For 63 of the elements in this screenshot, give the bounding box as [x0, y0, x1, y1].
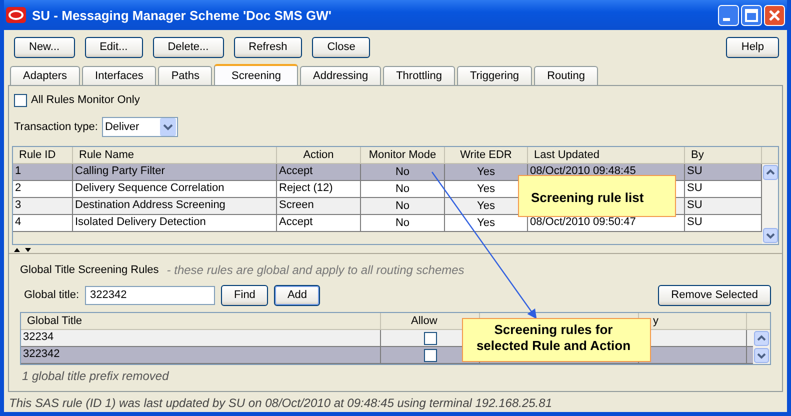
tab[interactable]: Addressing: [300, 66, 382, 85]
checkbox[interactable]: [14, 94, 27, 106]
allow-checkbox[interactable]: [424, 348, 436, 362]
callout-tooltip: Screening rule list: [518, 175, 676, 217]
tab[interactable]: Screening: [214, 64, 298, 85]
table-cell: Destination Address Screening: [73, 198, 277, 214]
table-cell: Reject (12): [277, 181, 361, 197]
close-icon[interactable]: [764, 4, 785, 26]
field-label: Transaction type:: [14, 121, 98, 133]
toolbar-button[interactable]: Close: [312, 36, 370, 58]
table-cell: Delivery Sequence Correlation: [73, 181, 277, 197]
table-cell: 32234: [21, 330, 381, 346]
section-heading: Global Title Screening Rules: [20, 264, 159, 276]
table-cell: Screen: [277, 198, 361, 214]
table-cell: 4: [13, 215, 73, 231]
table-cell: No: [361, 215, 445, 231]
app-logo-icon: [6, 7, 26, 23]
table-row[interactable]: 4 Isolated Delivery Detection Accept No Yes 08/Oct/2010 09:50:47 SU: [13, 215, 762, 232]
table-cell: Accept: [277, 164, 361, 180]
table-cell: 2: [13, 181, 73, 197]
table-cell: 1: [13, 164, 73, 180]
table-cell: 322342: [21, 347, 381, 363]
status-text: This SAS rule (ID 1) was last updated by SU on 08/Oct/2010 at 09:48:45 using terminal 192.168.25.81: [8, 395, 553, 412]
status-message: 1 global title prefix removed: [21, 368, 170, 383]
scroll-up-icon[interactable]: [754, 331, 769, 346]
maximize-icon[interactable]: [741, 4, 762, 26]
section-note: - these rules are global and apply to all routing schemes: [166, 263, 464, 277]
window-title: SU - Messaging Manager Scheme 'Doc SMS GW': [32, 8, 332, 22]
toolbar-button[interactable]: Refresh: [234, 36, 302, 58]
table-cell: Isolated Delivery Detection: [73, 215, 277, 231]
toolbar-button[interactable]: Delete...: [152, 36, 224, 58]
tab[interactable]: Interfaces: [82, 66, 156, 85]
callout-tooltip: Screening rules for selected Rule and Action: [462, 318, 651, 362]
tab[interactable]: Paths: [158, 66, 212, 85]
table-cell: 3: [13, 198, 73, 214]
toolbar-button[interactable]: Edit...: [84, 36, 143, 58]
table-cell: No: [361, 181, 445, 197]
checkbox-label: All Rules Monitor Only: [31, 94, 140, 106]
allow-checkbox[interactable]: [424, 332, 436, 344]
table-cell: No: [361, 198, 445, 214]
add-button[interactable]: Add: [274, 284, 320, 306]
scrollbar[interactable]: [753, 330, 770, 364]
splitter-arrows-icon[interactable]: [13, 247, 33, 253]
find-button[interactable]: Find: [221, 284, 268, 306]
table-cell: Calling Party Filter: [73, 164, 277, 180]
toolbar-button[interactable]: New...: [14, 36, 75, 58]
help-button[interactable]: Help: [726, 36, 779, 58]
tab[interactable]: Throttling: [383, 66, 455, 85]
remove-selected-button[interactable]: Remove Selected: [658, 284, 771, 306]
tab[interactable]: Triggering: [456, 66, 532, 85]
transaction-type-dropdown[interactable]: Deliver: [102, 117, 178, 137]
field-label: Global title:: [24, 289, 80, 301]
table-row[interactable]: 1 Calling Party Filter Accept No Yes 08/Oct/2010 09:48:45 SU: [13, 164, 762, 181]
tab[interactable]: Adapters: [10, 66, 80, 85]
scroll-up-icon[interactable]: [762, 165, 778, 180]
minimize-icon[interactable]: [718, 4, 739, 26]
global-title-field[interactable]: 322342: [85, 286, 216, 304]
table-cell: Accept: [277, 215, 361, 231]
scroll-down-icon[interactable]: [754, 348, 769, 363]
scrollbar[interactable]: [762, 164, 778, 244]
scroll-down-icon[interactable]: [762, 228, 778, 243]
tab[interactable]: Routing: [534, 66, 598, 85]
table-cell: No: [361, 164, 445, 180]
